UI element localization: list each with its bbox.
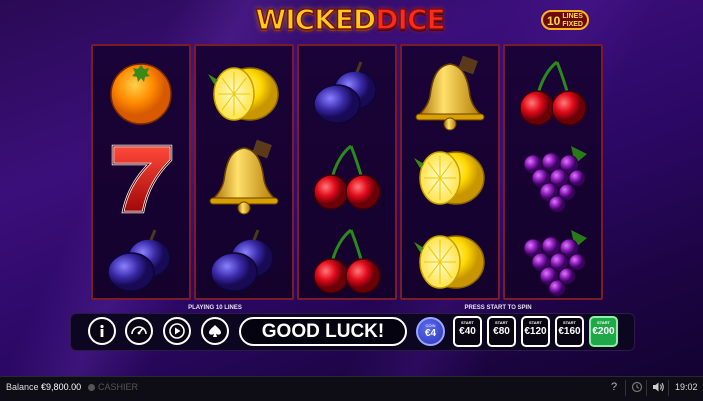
coin-value: €4: [424, 328, 437, 339]
reel-5: [503, 44, 603, 300]
symbol-grapes-icon: [505, 134, 601, 218]
symbol-seven-icon: [93, 134, 189, 218]
symbol-grapes-icon: [505, 218, 601, 302]
cashier-icon: [88, 384, 95, 391]
symbol-plum-icon: [196, 218, 292, 302]
reel-4: [400, 44, 500, 300]
bet-button-5[interactable]: START €200: [589, 316, 618, 347]
history-icon[interactable]: [631, 381, 643, 396]
symbol-lemon-icon: [402, 218, 498, 302]
bet-button-3[interactable]: START €120: [521, 316, 550, 347]
bet-button-4[interactable]: START €160: [555, 316, 584, 347]
symbol-cherry-icon: [299, 218, 395, 302]
balance-value: €9,800.00: [41, 382, 82, 392]
cashier-button[interactable]: CASHIER: [88, 382, 138, 392]
info-button[interactable]: [88, 317, 116, 345]
game-logo: WICKEDDICE: [229, 2, 471, 38]
symbol-lemon-icon: [196, 50, 292, 134]
symbol-plum-icon: [93, 218, 189, 302]
press-start-text: PRESS START TO SPIN: [464, 305, 532, 311]
logo-word-wicked: WICKED: [255, 2, 377, 37]
divider: [668, 380, 669, 396]
speed-button[interactable]: [125, 317, 153, 345]
bet-value: €120: [524, 326, 547, 337]
symbol-cherry-icon: [505, 50, 601, 134]
symbol-bell-icon: [196, 134, 292, 218]
reel-2: [194, 44, 294, 300]
lines-count: 10: [547, 14, 561, 28]
message-display: GOOD LUCK!: [239, 317, 407, 346]
speedometer-icon: [131, 326, 147, 335]
reel-1: [91, 44, 191, 300]
spade-icon: [209, 325, 221, 337]
playing-lines-text: PLAYING 10 LINES: [188, 305, 242, 311]
symbol-plum-icon: [299, 50, 395, 134]
logo-word-dice: DICE: [375, 2, 447, 37]
reel-3: [297, 44, 397, 300]
lines-fixed-badge: 10 LINES FIXED: [541, 10, 589, 30]
lines-label: LINES: [562, 13, 583, 20]
bet-value: €80: [493, 326, 510, 337]
divider: [625, 380, 626, 396]
autoplay-icon: [169, 323, 185, 339]
balance-label: Balance: [6, 382, 39, 392]
bet-value: €200: [592, 326, 615, 337]
coin-value-button[interactable]: COIN €4: [416, 317, 445, 346]
bet-button-1[interactable]: START €40: [453, 316, 482, 347]
balance-display: Balance €9,800.00: [6, 382, 81, 392]
symbol-cherry-icon: [299, 134, 395, 218]
bet-button-2[interactable]: START €80: [487, 316, 516, 347]
gamble-button[interactable]: [201, 317, 229, 345]
autoplay-button[interactable]: [163, 317, 191, 345]
sound-icon[interactable]: [652, 381, 665, 396]
cashier-label: CASHIER: [98, 382, 139, 392]
divider: [646, 380, 647, 396]
help-icon[interactable]: ?: [611, 381, 617, 393]
reels-area[interactable]: [91, 44, 605, 300]
info-icon: [100, 324, 104, 337]
symbol-bell-icon: [402, 50, 498, 134]
bet-value: €40: [459, 326, 476, 337]
clock: 19:02: [675, 382, 698, 392]
fixed-label: FIXED: [562, 21, 583, 28]
symbol-lemon-icon: [402, 134, 498, 218]
bet-value: €160: [558, 326, 581, 337]
symbol-orange-icon: [93, 50, 189, 134]
